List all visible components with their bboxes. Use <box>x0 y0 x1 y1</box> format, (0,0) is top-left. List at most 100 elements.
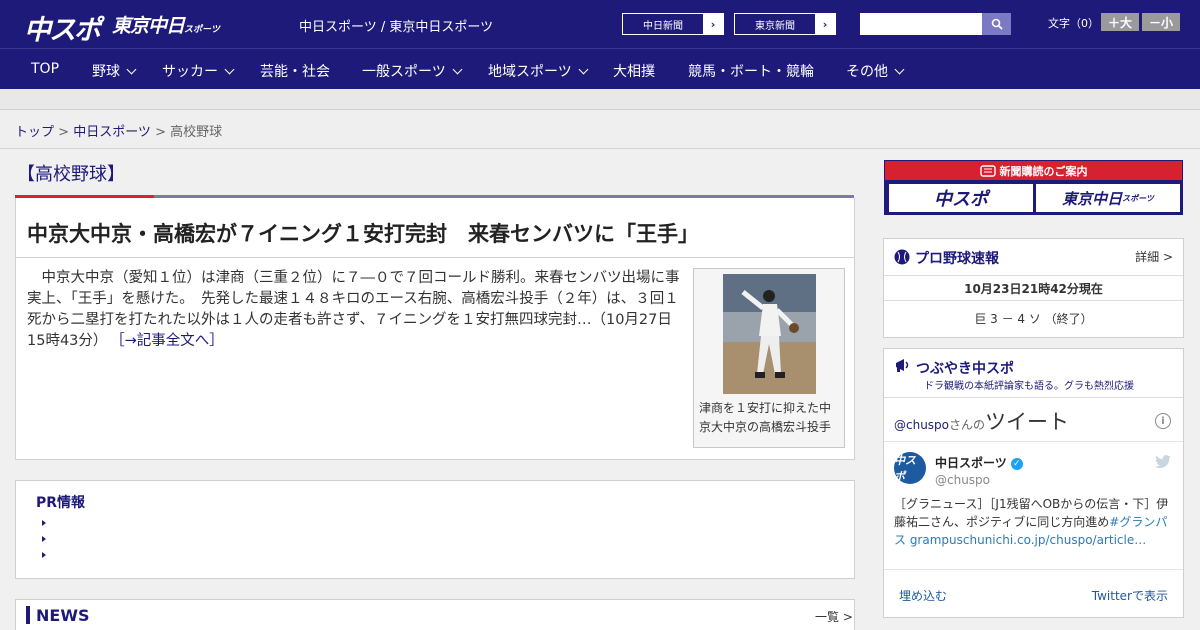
font-bigger-button[interactable]: ＋大 <box>1101 13 1139 31</box>
breadcrumb: トップ > 中日スポーツ > 高校野球 <box>15 121 222 140</box>
tokyo-chunichi-logo[interactable]: 東京中日スポーツ <box>112 11 220 38</box>
chunichi-shimbun-label: 中日新聞 <box>643 20 683 32</box>
widget-divider <box>884 441 1183 442</box>
widget-divider <box>884 569 1183 570</box>
twitter-widget-subtitle: ドラ観戦の本紙評論家も語る。グラも熱烈応援 <box>924 381 1134 392</box>
chevron-right-icon: › <box>815 14 835 34</box>
ad-chuspo-logo[interactable]: 中スポ <box>889 184 1033 212</box>
chunichi-shimbun-link[interactable]: 中日新聞 › <box>622 13 724 35</box>
section-title: 【高校野球】 <box>17 164 125 185</box>
ad-strip <box>0 89 1200 110</box>
pr-item-bullet[interactable] <box>42 552 46 558</box>
nav-item-regional-sports[interactable]: 地域スポーツ <box>488 61 589 81</box>
nav-item-other[interactable]: その他 <box>846 61 905 81</box>
font-smaller-button[interactable]: －小 <box>1142 13 1180 31</box>
ad-tokyo-logo-sub: スポーツ <box>1122 193 1154 203</box>
chevron-down-icon <box>578 64 589 75</box>
breadcrumb-row: トップ > 中日スポーツ > 高校野球 <box>0 110 1200 149</box>
scores-updated-time: 10月23日21時42分現在 <box>964 282 1103 296</box>
chevron-down-icon <box>126 64 137 75</box>
view-on-twitter-link[interactable]: Twitterで表示 <box>1092 587 1168 604</box>
game-score[interactable]: 巨 3 － 4 ソ （終了） <box>884 310 1183 327</box>
article-headline[interactable]: 中京大中京・高橋宏が７イニング１安打完封 来春センバツに「王手」 <box>27 218 699 248</box>
verified-badge-icon: ✓ <box>1010 457 1023 470</box>
widget-divider <box>884 397 1183 398</box>
nav-item-racing[interactable]: 競馬・ボート・競輪 <box>688 61 814 81</box>
nav-item-soccer[interactable]: サッカー <box>162 61 235 81</box>
breadcrumb-chunichi-sports[interactable]: 中日スポーツ <box>73 125 151 140</box>
nav-item-label: 地域スポーツ <box>488 64 572 80</box>
top-header: 中スポ 東京中日スポーツ 中日スポーツ / 東京中日スポーツ 中日新聞 › 東京… <box>0 0 1200 48</box>
nav-item-label: その他 <box>846 64 888 80</box>
chevron-down-icon <box>224 64 235 75</box>
ad-tokyo-chunichi-logo[interactable]: 東京中日 スポーツ <box>1036 184 1180 212</box>
chevron-down-icon <box>894 64 905 75</box>
headline-divider <box>16 257 854 258</box>
twitter-handle-link[interactable]: @chuspo <box>894 418 949 432</box>
news-title: NEWS <box>36 606 90 625</box>
widget-divider <box>884 275 1183 276</box>
search-icon <box>991 18 1003 30</box>
nav-item-label: サッカー <box>162 64 218 80</box>
tokyo-shimbun-label: 東京新聞 <box>755 20 795 32</box>
chevron-down-icon <box>452 64 463 75</box>
read-more-link[interactable]: ［→記事全文へ］ <box>117 333 223 349</box>
search-input[interactable] <box>860 13 983 35</box>
nav-item-label: 野球 <box>92 64 120 80</box>
twitter-bird-icon[interactable] <box>1155 455 1171 469</box>
main-nav: TOP 野球 サッカー 芸能・社会 一般スポーツ 地域スポーツ 大相撲 競馬・ボ… <box>0 48 1200 89</box>
search-button[interactable] <box>982 13 1011 35</box>
news-title-marker <box>26 606 30 624</box>
subscription-banner: 新聞購読のご案内 <box>885 161 1182 180</box>
font-size-label: 文字（0） <box>1048 17 1099 30</box>
tweet-account-handle[interactable]: @chuspo <box>935 473 990 487</box>
subscription-banner-text: 新聞購読のご案内 <box>999 164 1088 178</box>
news-box: NEWS 一覧 > <box>15 599 855 630</box>
breadcrumb-current: 高校野球 <box>170 125 223 140</box>
tokyo-logo-sub: スポーツ <box>184 25 220 35</box>
twitter-widget-title: つぶやき中スポ <box>916 361 1014 377</box>
article-body: 中京大中京（愛知１位）は津商（三重２位）に７―０で７回コールド勝利。来春センバツ… <box>27 268 687 352</box>
article-card: 中京大中京・高橋宏が７イニング１安打完封 来春センバツに「王手」 中京大中京（愛… <box>15 198 855 460</box>
ad-tokyo-logo-text: 東京中日 <box>1062 189 1123 208</box>
pro-baseball-title: プロ野球速報 <box>915 251 999 267</box>
nav-item-label: 大相撲 <box>613 64 655 80</box>
article-photo[interactable] <box>723 274 816 394</box>
tweets-label: ツイート <box>985 410 1070 434</box>
nav-item-label: 芸能・社会 <box>260 64 330 80</box>
pro-baseball-detail-link[interactable]: 詳細 > <box>1135 248 1173 265</box>
chevron-right-icon: › <box>703 14 723 34</box>
nav-item-baseball[interactable]: 野球 <box>92 61 137 81</box>
baseball-icon <box>894 249 910 265</box>
tokyo-logo-text: 東京中日 <box>112 15 185 37</box>
nav-item-entertainment[interactable]: 芸能・社会 <box>260 61 330 81</box>
nav-item-general-sports[interactable]: 一般スポーツ <box>362 61 463 81</box>
pitcher-photo-illustration <box>723 274 816 394</box>
photo-caption: 津商を１安打に抑えた中京大中京の高橋宏斗投手 <box>699 401 832 434</box>
nav-item-label: 競馬・ボート・競輪 <box>688 64 814 80</box>
chuspo-logo[interactable]: 中スポ <box>24 8 101 47</box>
megaphone-icon <box>896 359 909 372</box>
twitter-handle-suffix: さんの <box>949 418 986 432</box>
account-name-text: 中日スポーツ <box>935 456 1007 470</box>
info-icon[interactable]: i <box>1155 413 1171 429</box>
breadcrumb-separator: > <box>150 125 171 140</box>
pro-baseball-widget: プロ野球速報 詳細 > 10月23日21時42分現在 巨 3 － 4 ソ （終了… <box>883 238 1184 338</box>
breadcrumb-separator: > <box>54 125 74 140</box>
breadcrumb-top[interactable]: トップ <box>15 125 54 140</box>
avatar[interactable]: 中スポ <box>894 452 926 484</box>
embed-link[interactable]: 埋め込む <box>899 587 947 604</box>
nav-item-top[interactable]: TOP <box>31 61 59 77</box>
tweet-account-name[interactable]: 中日スポーツ ✓ <box>935 454 1023 471</box>
widget-divider <box>884 300 1183 301</box>
nav-item-label: 一般スポーツ <box>362 64 446 80</box>
nav-item-sumo[interactable]: 大相撲 <box>613 61 655 81</box>
news-more-link[interactable]: 一覧 > <box>815 608 853 625</box>
pr-item-bullet[interactable] <box>42 520 46 526</box>
tweet-text: ［グラニュース］［J1残留へOBからの伝言・下］伊藤祐二さん、ポジティブに同じ方… <box>894 495 1174 549</box>
pr-item-bullet[interactable] <box>42 536 46 542</box>
newspaper-icon <box>979 164 996 177</box>
subscription-ad[interactable]: 新聞購読のご案内 中スポ 東京中日 スポーツ <box>884 160 1183 215</box>
pr-title: PR情報 <box>36 495 86 511</box>
tokyo-shimbun-link[interactable]: 東京新聞 › <box>734 13 836 35</box>
